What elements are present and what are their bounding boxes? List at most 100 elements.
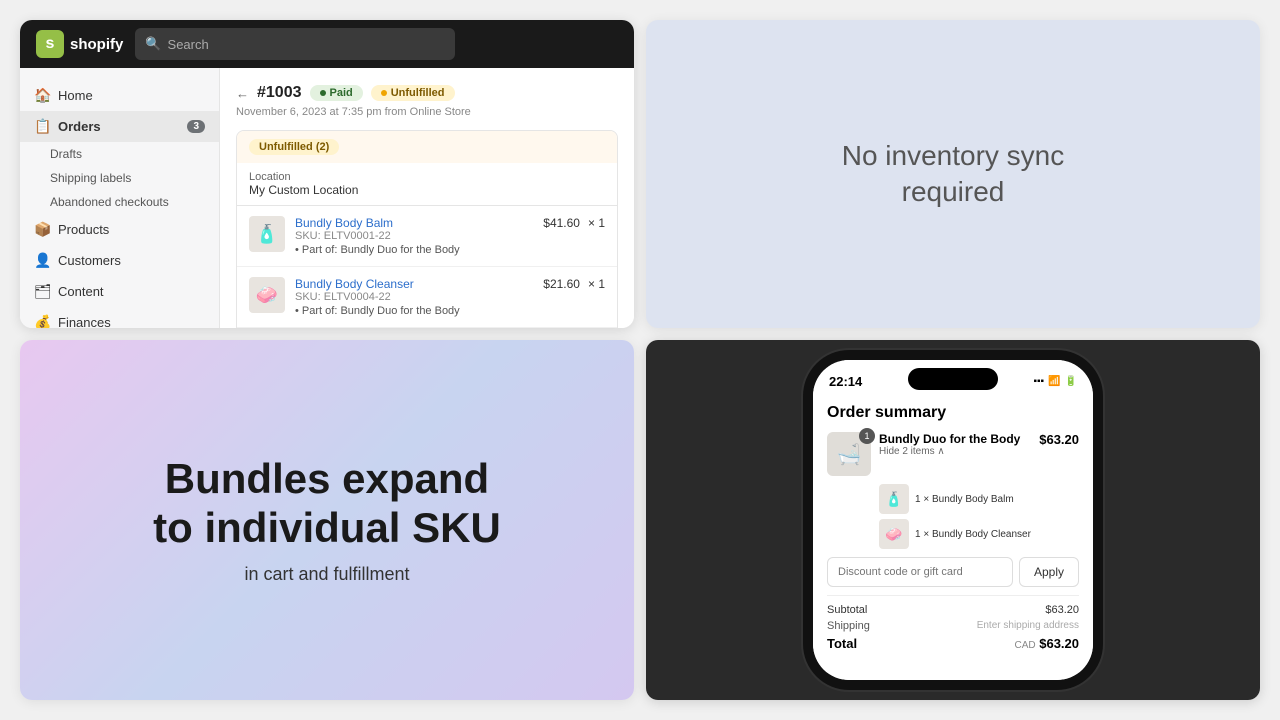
shopify-logo: s shopify xyxy=(36,30,123,58)
order-item-1-price: $41.60 × 1 xyxy=(543,216,605,230)
bundles-title: Bundles expandto individual SKU xyxy=(153,455,501,552)
bundle-hide-toggle[interactable]: Hide 2 items ∧ xyxy=(879,446,1031,457)
sidebar-item-finances[interactable]: 💰 Finances xyxy=(20,307,219,328)
phone-mockup: 22:14 ▪▪▪ 📶 🔋 Order summary 🛁 1 Bundly D… xyxy=(813,360,1093,680)
home-icon: 🏠 xyxy=(34,87,50,104)
bundle-name: Bundly Duo for the Body xyxy=(879,432,1031,446)
order-item-2-price: $21.60 × 1 xyxy=(543,277,605,291)
shopify-content-area: 🏠 Home 📋 Orders 3 Drafts Shipping labels… xyxy=(20,68,634,328)
shipping-row: Shipping Enter shipping address xyxy=(827,620,1079,632)
location-section: Location My Custom Location xyxy=(237,163,617,206)
shopify-search-bar[interactable]: 🔍 Search xyxy=(135,28,455,60)
sidebar-item-products[interactable]: 📦 Products xyxy=(20,214,219,245)
order-header: ← #1003 Paid Unfulfilled xyxy=(236,84,618,102)
sub-item-1-name: 1 × Bundly Body Balm xyxy=(915,494,1014,505)
bundle-row: 🛁 1 Bundly Duo for the Body Hide 2 items… xyxy=(827,432,1079,476)
sidebar-item-drafts[interactable]: Drafts xyxy=(20,142,219,166)
order-item-1: 🧴 Bundly Body Balm SKU: ELTV0001-22 • Pa… xyxy=(237,206,617,267)
order-item-2-part: • Part of: Bundly Duo for the Body xyxy=(295,305,533,317)
order-item-2-image: 🧼 xyxy=(249,277,285,313)
shopify-topbar: s shopify 🔍 Search xyxy=(20,20,634,68)
order-item-1-part: • Part of: Bundly Duo for the Body xyxy=(295,244,533,256)
sub-items-list: 🧴 1 × Bundly Body Balm 🧼 1 × Bundly Body… xyxy=(827,484,1079,549)
order-item-2: 🧼 Bundly Body Cleanser SKU: ELTV0004-22 … xyxy=(237,267,617,328)
order-number: #1003 xyxy=(257,84,302,102)
sidebar-item-shipping-labels[interactable]: Shipping labels xyxy=(20,166,219,190)
location-label: Location xyxy=(249,171,605,183)
subtotal-label: Subtotal xyxy=(827,604,867,616)
total-currency: CAD xyxy=(1014,640,1035,651)
search-placeholder: Search xyxy=(168,37,209,52)
sidebar-label-customers: Customers xyxy=(58,253,121,268)
orders-icon: 📋 xyxy=(34,118,50,135)
sub-item-2-image: 🧼 xyxy=(879,519,909,549)
sub-item-1: 🧴 1 × Bundly Body Balm xyxy=(879,484,1079,514)
wifi-icon: 📶 xyxy=(1048,376,1060,387)
sub-item-1-image: 🧴 xyxy=(879,484,909,514)
customers-icon: 👤 xyxy=(34,252,50,269)
search-icon: 🔍 xyxy=(145,36,161,52)
bundle-price: $63.20 xyxy=(1039,432,1079,476)
bundles-subtitle: in cart and fulfillment xyxy=(244,564,409,585)
battery-icon: 🔋 xyxy=(1065,376,1077,387)
total-value: CAD $63.20 xyxy=(1014,636,1079,651)
phone-status-icons: ▪▪▪ 📶 🔋 xyxy=(1033,376,1077,387)
order-item-2-name[interactable]: Bundly Body Cleanser xyxy=(295,277,533,291)
no-inventory-text: No inventory sync required xyxy=(803,138,1103,211)
sidebar-item-customers[interactable]: 👤 Customers xyxy=(20,245,219,276)
shopify-logo-icon: s xyxy=(36,30,64,58)
sidebar-label-products: Products xyxy=(58,222,109,237)
order-item-1-image: 🧴 xyxy=(249,216,285,252)
order-item-1-info: Bundly Body Balm SKU: ELTV0001-22 • Part… xyxy=(295,216,533,256)
sidebar-item-abandoned-checkouts[interactable]: Abandoned checkouts xyxy=(20,190,219,214)
bundle-image-container: 🛁 1 xyxy=(827,432,871,476)
bundle-quantity-badge: 1 xyxy=(859,428,875,444)
sidebar-label-orders: Orders xyxy=(58,119,101,134)
sidebar-item-orders[interactable]: 📋 Orders 3 xyxy=(20,111,219,142)
summary-rows: Subtotal $63.20 Shipping Enter shipping … xyxy=(827,595,1079,651)
total-label: Total xyxy=(827,636,857,651)
subtotal-value: $63.20 xyxy=(1045,604,1079,616)
phone-notch xyxy=(908,368,998,390)
products-icon: 📦 xyxy=(34,221,50,238)
sidebar-item-content[interactable]: 🗂 Content xyxy=(20,276,219,307)
bundle-info: Bundly Duo for the Body Hide 2 items ∧ xyxy=(879,432,1031,476)
finances-icon: 💰 xyxy=(34,314,50,328)
order-item-1-sku: SKU: ELTV0001-22 xyxy=(295,230,533,242)
order-summary-title: Order summary xyxy=(827,404,1079,422)
phone-time: 22:14 xyxy=(829,374,862,389)
shopify-main-content: ← #1003 Paid Unfulfilled November 6, 202… xyxy=(220,68,634,328)
shopify-admin-panel: s shopify 🔍 Search 🏠 Home 📋 Orders 3 Dra… xyxy=(20,20,634,328)
content-icon: 🗂 xyxy=(34,283,50,300)
subtotal-row: Subtotal $63.20 xyxy=(827,604,1079,616)
total-row: Total CAD $63.20 xyxy=(827,636,1079,651)
order-unfulfilled-badge: Unfulfilled xyxy=(371,85,455,101)
sidebar-label-abandoned-checkouts: Abandoned checkouts xyxy=(50,195,169,209)
signal-icon: ▪▪▪ xyxy=(1033,376,1044,387)
order-date: November 6, 2023 at 7:35 pm from Online … xyxy=(236,106,618,118)
unfulfilled-section: Unfulfilled (2) Location My Custom Locat… xyxy=(236,130,618,328)
phone-panel: 22:14 ▪▪▪ 📶 🔋 Order summary 🛁 1 Bundly D… xyxy=(646,340,1260,700)
order-item-2-info: Bundly Body Cleanser SKU: ELTV0004-22 • … xyxy=(295,277,533,317)
order-item-2-sku: SKU: ELTV0004-22 xyxy=(295,291,533,303)
paid-dot xyxy=(320,90,326,96)
order-item-1-name[interactable]: Bundly Body Balm xyxy=(295,216,533,230)
shipping-label: Shipping xyxy=(827,620,870,632)
sidebar-item-home[interactable]: 🏠 Home xyxy=(20,80,219,111)
no-inventory-panel: No inventory sync required xyxy=(646,20,1260,328)
discount-input[interactable] xyxy=(827,557,1013,587)
apply-button[interactable]: Apply xyxy=(1019,557,1079,587)
sidebar-label-content: Content xyxy=(58,284,104,299)
shipping-value[interactable]: Enter shipping address xyxy=(977,620,1079,632)
unfulfilled-count-badge: Unfulfilled (2) xyxy=(249,139,339,155)
sidebar-label-drafts: Drafts xyxy=(50,147,82,161)
phone-content: Order summary 🛁 1 Bundly Duo for the Bod… xyxy=(813,394,1093,680)
unfulfilled-dot xyxy=(381,90,387,96)
order-back-arrow[interactable]: ← xyxy=(236,86,249,101)
shopify-logo-text: shopify xyxy=(70,36,123,53)
sidebar-label-shipping-labels: Shipping labels xyxy=(50,171,131,185)
sidebar-label-home: Home xyxy=(58,88,93,103)
total-amount: $63.20 xyxy=(1039,636,1079,651)
unfulfilled-section-header: Unfulfilled (2) xyxy=(237,131,617,163)
discount-row: Apply xyxy=(827,557,1079,587)
